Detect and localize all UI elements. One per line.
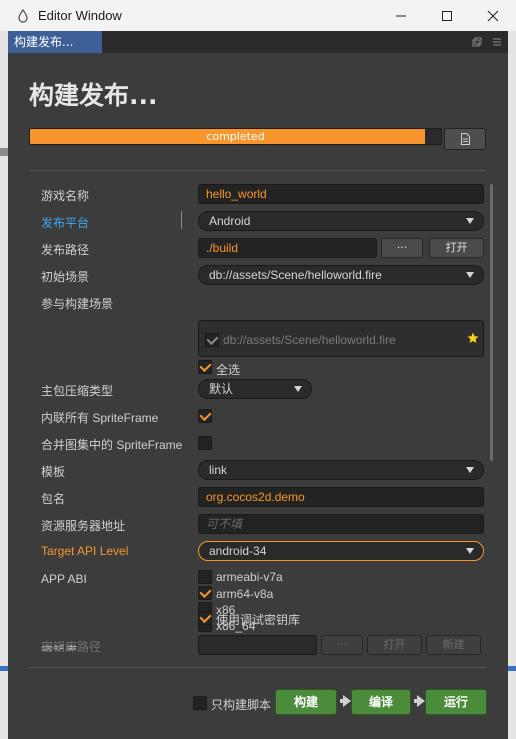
package-label: 包名 — [41, 492, 66, 506]
select-all-label: 全选 — [216, 363, 241, 377]
keystore-debug-checkbox[interactable] — [198, 611, 212, 625]
chevron-down-icon — [466, 548, 474, 554]
resource-server-input[interactable]: 可不填 — [198, 514, 484, 534]
merge-spriteframe-checkbox[interactable] — [198, 436, 212, 450]
minimize-icon — [396, 15, 406, 16]
template-value: link — [209, 463, 228, 477]
scenes-list: db://assets/Scene/helloworld.fire — [198, 320, 484, 357]
window-title: Editor Window — [38, 8, 122, 23]
settings-scroll-area[interactable]: 游戏名称 hello_world 发布平台 Android 发布路径 ./bui… — [29, 173, 487, 651]
build-path-label: 发布路径 — [41, 243, 90, 257]
abi-armeabi-v7a-checkbox[interactable] — [198, 570, 212, 584]
open-log-button[interactable] — [444, 128, 486, 150]
start-scene-label: 初始场景 — [41, 270, 90, 284]
close-button[interactable] — [470, 0, 516, 31]
script-only-checkbox[interactable] — [193, 696, 207, 710]
abi-armeabi-v7a-label: armeabi-v7a — [216, 570, 283, 584]
keystore-path-input[interactable] — [198, 635, 317, 655]
start-scene-value: db://assets/Scene/helloworld.fire — [209, 268, 382, 282]
abi-label: APP ABI — [41, 572, 87, 586]
maximize-icon — [442, 10, 452, 21]
document-icon — [460, 133, 470, 145]
minimize-button[interactable] — [378, 0, 424, 31]
inline-spriteframe-label: 内联所有 SpriteFrame — [41, 411, 159, 425]
maximize-button[interactable] — [424, 0, 470, 31]
arrow-right-icon — [417, 695, 425, 707]
platform-label: 发布平台 — [41, 216, 90, 230]
keystore-debug-label: 使用调试密钥库 — [216, 613, 301, 627]
menu-icon[interactable] — [492, 37, 502, 47]
page-title: 构建发布... — [29, 81, 158, 110]
popout-icon[interactable] — [472, 37, 482, 47]
keystore-new-button[interactable]: 新建 — [426, 635, 481, 655]
compile-button[interactable]: 编译 — [351, 689, 411, 715]
build-path-input[interactable]: ./build — [198, 238, 377, 258]
close-icon — [487, 10, 499, 21]
api-level-select[interactable]: android-34 — [198, 541, 484, 561]
chevron-down-icon — [466, 218, 474, 224]
bottom-divider — [29, 667, 487, 668]
chevron-down-icon — [294, 386, 302, 392]
template-label: 模板 — [41, 465, 66, 479]
abi-arm64-v8a-label: arm64-v8a — [216, 587, 274, 601]
platform-separator — [181, 211, 182, 229]
api-level-label: Target API Level — [41, 544, 129, 558]
chevron-down-icon — [466, 272, 474, 278]
arrow-right-icon — [343, 695, 351, 707]
tab-bar: 构建发布... — [8, 31, 508, 53]
api-level-value: android-34 — [209, 544, 267, 558]
run-button[interactable]: 运行 — [425, 689, 487, 715]
game-name-label: 游戏名称 — [41, 189, 90, 203]
cocos-creator-icon — [16, 8, 30, 23]
keystore-browse-button[interactable]: ··· — [321, 635, 363, 655]
build-progress-bar: completed — [29, 128, 442, 145]
abi-arm64-v8a-checkbox[interactable] — [198, 586, 212, 600]
select-all-checkbox[interactable] — [198, 360, 212, 374]
inline-spriteframe-checkbox[interactable] — [198, 409, 212, 423]
build-path-open-button[interactable]: 打开 — [429, 238, 484, 258]
tab-build[interactable]: 构建发布... — [8, 31, 102, 53]
progress-label: completed — [206, 130, 265, 143]
script-only-label: 只构建脚本 — [211, 698, 272, 712]
merge-spriteframe-label: 合并图集中的 SpriteFrame — [41, 438, 183, 452]
build-path-browse-button[interactable]: ··· — [381, 238, 423, 258]
build-button[interactable]: 构建 — [275, 689, 337, 715]
template-select[interactable]: link — [198, 460, 484, 480]
build-panel: 构建发布... 构建发布... completed 游戏名称 hello_wor… — [8, 31, 508, 739]
game-name-input[interactable]: hello_world — [198, 184, 484, 204]
scrollbar[interactable] — [490, 184, 493, 461]
title-bar: Editor Window — [0, 0, 516, 31]
star-icon — [467, 332, 479, 343]
compression-label: 主包压缩类型 — [41, 384, 114, 398]
compression-select[interactable]: 默认 — [198, 379, 312, 399]
scenes-label: 参与构建场景 — [41, 297, 114, 311]
platform-select[interactable]: Android — [198, 211, 484, 231]
scene-item-label: db://assets/Scene/helloworld.fire — [223, 333, 396, 347]
footer-actions: 只构建脚本 构建 编译 运行 — [8, 686, 508, 716]
resource-server-label: 资源服务器地址 — [41, 519, 126, 533]
chevron-down-icon — [466, 467, 474, 473]
keystore-path-label: 密钥库路径 — [41, 640, 102, 654]
scene-checkbox[interactable] — [205, 333, 219, 347]
compression-value: 默认 — [209, 382, 234, 396]
platform-value: Android — [209, 214, 251, 228]
package-input[interactable]: org.cocos2d.demo — [198, 487, 484, 507]
keystore-open-button[interactable]: 打开 — [367, 635, 422, 655]
top-divider — [29, 170, 487, 171]
start-scene-select[interactable]: db://assets/Scene/helloworld.fire — [198, 265, 484, 285]
